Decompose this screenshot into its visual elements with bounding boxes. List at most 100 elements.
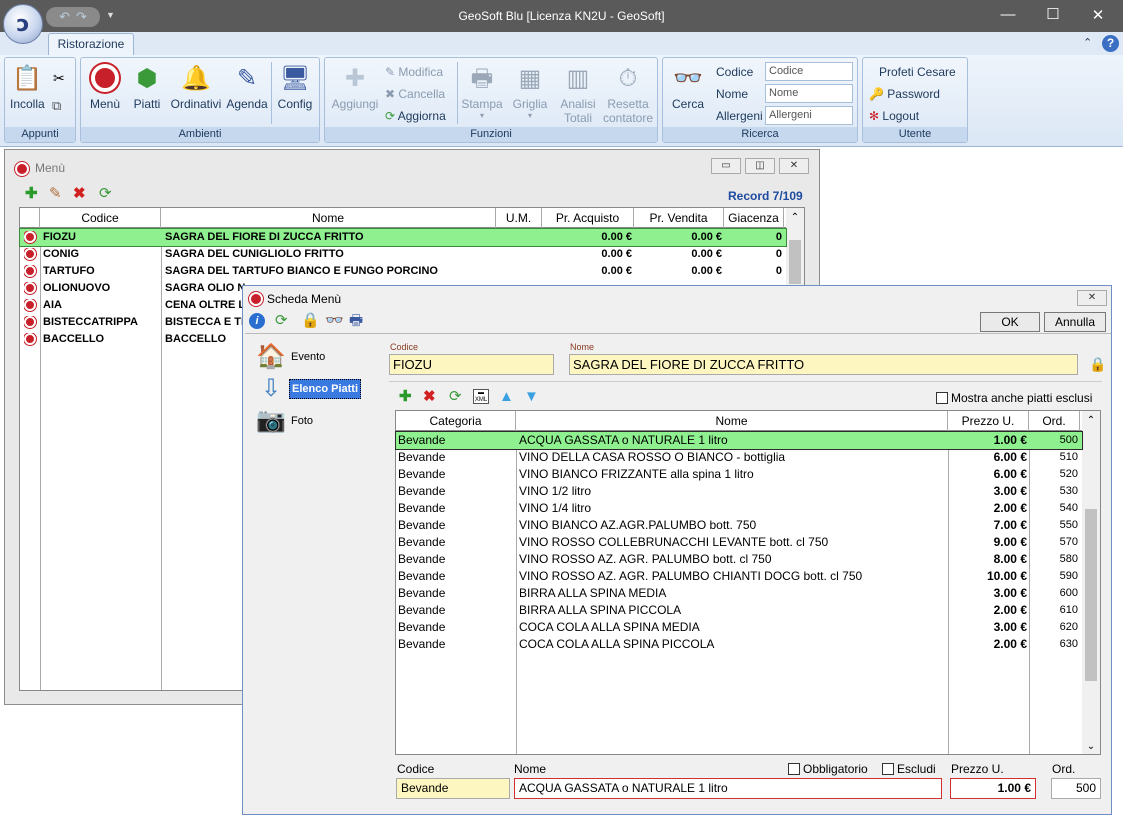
table-row[interactable]: Bevande VINO 1/2 litro 3.00 € 530 xyxy=(396,483,1082,500)
xml-export-icon[interactable]: ▬ XML xyxy=(473,389,489,404)
minimize-button[interactable]: — xyxy=(998,6,1018,26)
printer-icon[interactable]: 🖶 xyxy=(349,313,363,329)
table-row[interactable]: TARTUFO SAGRA DEL TARTUFO BIANCO E FUNGO … xyxy=(20,263,786,280)
edit-icon[interactable]: ✎ xyxy=(49,186,62,202)
table-row[interactable]: Bevande VINO ROSSO AZ. AGR. PALUMBO bott.… xyxy=(396,551,1082,568)
lock-icon[interactable]: 🔒 xyxy=(301,313,320,329)
aggiorna-button[interactable]: ⟳ Aggiorna xyxy=(385,109,446,123)
search-codice-input[interactable]: Codice xyxy=(765,62,853,81)
cerca-button[interactable]: 👓 Cerca xyxy=(667,64,709,111)
col-nome[interactable]: Nome xyxy=(161,208,496,228)
edit-ord-input[interactable]: 500 xyxy=(1051,778,1101,799)
table-row[interactable]: FIOZU SAGRA DEL FIORE DI ZUCCA FRITTO 0.00… xyxy=(19,228,787,247)
col-categoria[interactable]: Categoria xyxy=(396,411,516,431)
cancella-button[interactable]: ✖ Cancella xyxy=(385,87,445,101)
col-ord[interactable]: Ord. xyxy=(1029,411,1080,431)
piatti-button[interactable]: ⬢ Piatti xyxy=(129,64,165,111)
stampa-button[interactable]: 🖶 Stampa ▾ xyxy=(461,64,503,120)
annulla-button[interactable]: Annulla xyxy=(1044,312,1106,332)
maximize-button[interactable]: ☐ xyxy=(1043,5,1063,25)
scroll-up-icon[interactable]: ⌃ xyxy=(1082,411,1100,431)
col-um[interactable]: U.M. xyxy=(496,208,542,228)
delete-piatto-icon[interactable]: ✖ xyxy=(423,389,436,405)
mostra-esclusi-checkbox[interactable]: Mostra anche piatti esclusi xyxy=(936,391,1092,405)
table-row[interactable]: CONIG SAGRA DEL CUNIGLIOLO FRITTO 0.00 € 0.… xyxy=(20,246,786,263)
table-row[interactable]: Bevande COCA COLA ALLA SPINA PICCOLA 2.00 … xyxy=(396,636,1082,653)
scheda-close-button[interactable]: ✕ xyxy=(1077,290,1107,306)
analisi-totali-button[interactable]: ▥ Analisi Totali xyxy=(557,64,599,125)
binoculars-icon[interactable]: 👓 xyxy=(325,313,344,329)
table-row[interactable]: Bevande BIRRA ALLA SPINA PICCOLA 2.00 € 610 xyxy=(396,602,1082,619)
edit-codice-input[interactable]: Bevande xyxy=(396,778,510,799)
cut-icon[interactable]: ✂ xyxy=(53,70,65,87)
piatti-grid-scrollbar[interactable]: ⌃ ⌄ xyxy=(1082,411,1100,754)
scroll-thumb[interactable] xyxy=(1085,509,1097,681)
refresh-icon[interactable]: ⟳ xyxy=(275,313,288,329)
ok-button[interactable]: OK xyxy=(980,312,1040,332)
menu-restore-button[interactable]: ◫ xyxy=(745,158,775,174)
delete-icon[interactable]: ✖ xyxy=(73,186,86,202)
scroll-thumb[interactable] xyxy=(789,240,801,284)
undo-icon[interactable]: ↶ xyxy=(59,9,70,25)
cell-nome: VINO 1/2 litro xyxy=(519,484,592,498)
ordinativi-button[interactable]: 🔔 Ordinativi xyxy=(169,64,223,111)
nav-elenco-piatti[interactable]: ⇩ Elenco Piatti xyxy=(255,374,362,404)
quick-access-dropdown-icon[interactable]: ▼ xyxy=(106,10,115,20)
scroll-down-icon[interactable]: ⌄ xyxy=(1082,741,1100,752)
table-row[interactable]: Bevande VINO BIANCO FRIZZANTE alla spina … xyxy=(396,466,1082,483)
col-giacenza[interactable]: Giacenza xyxy=(724,208,784,228)
obbligatorio-checkbox[interactable]: Obbligatorio xyxy=(788,762,868,776)
info-icon[interactable]: i xyxy=(249,313,265,329)
col-nome[interactable]: Nome xyxy=(516,411,948,431)
menu-minimize-button[interactable]: ▭ xyxy=(711,158,741,174)
codice-field[interactable]: FIOZU xyxy=(389,354,554,375)
scroll-up-icon[interactable]: ⌃ xyxy=(786,208,804,228)
refresh-icon[interactable]: ⟳ xyxy=(99,186,112,202)
resetta-contatore-button[interactable]: ⏱ Resetta contatore xyxy=(601,64,655,125)
search-allergeni-input[interactable]: Allergeni xyxy=(765,106,853,125)
modifica-button[interactable]: ✎ Modifica xyxy=(385,65,443,79)
aggiungi-button[interactable]: ✚ Aggiungi xyxy=(329,64,381,111)
app-orb-button[interactable]: ɔ xyxy=(3,4,43,44)
collapse-ribbon-icon[interactable]: ⌃ xyxy=(1083,36,1092,49)
edit-nome-input[interactable]: ACQUA GASSATA o NATURALE 1 litro xyxy=(514,778,942,799)
table-row[interactable]: Bevande VINO BIANCO AZ.AGR.PALUMBO bott. … xyxy=(396,517,1082,534)
table-row[interactable]: Bevande VINO DELLA CASA ROSSO O BIANCO - … xyxy=(396,449,1082,466)
lock-icon[interactable]: 🔒 xyxy=(1089,356,1106,373)
cell-prezzo: 7.00 € xyxy=(993,518,1027,532)
nome-field[interactable]: SAGRA DEL FIORE DI ZUCCA FRITTO xyxy=(569,354,1078,375)
add-piatto-icon[interactable]: ✚ xyxy=(399,389,412,405)
table-row[interactable]: Bevande COCA COLA ALLA SPINA MEDIA 3.00 € 6… xyxy=(396,619,1082,636)
table-row[interactable]: Bevande ACQUA GASSATA o NATURALE 1 litro 1… xyxy=(395,431,1083,450)
move-up-icon[interactable]: ▲ xyxy=(499,389,514,405)
menu-close-button[interactable]: ✕ xyxy=(779,158,809,174)
search-nome-input[interactable]: Nome xyxy=(765,84,853,103)
nav-evento[interactable]: 🏠 Evento xyxy=(255,342,325,372)
config-button[interactable]: 🖥 Config xyxy=(275,64,315,111)
agenda-button[interactable]: ✎ Agenda xyxy=(225,64,269,111)
table-row[interactable]: Bevande VINO ROSSO COLLEBRUNACCHI LEVANTE… xyxy=(396,534,1082,551)
col-prezzo[interactable]: Prezzo U. xyxy=(948,411,1029,431)
add-icon[interactable]: ✚ xyxy=(25,186,38,202)
menu-button[interactable]: Menù xyxy=(87,64,123,111)
col-pr-vendita[interactable]: Pr. Vendita xyxy=(634,208,724,228)
logout-button[interactable]: ✻ Logout xyxy=(869,109,919,123)
table-row[interactable]: Bevande VINO ROSSO AZ. AGR. PALUMBO CHIAN… xyxy=(396,568,1082,585)
nav-foto[interactable]: 📷 Foto xyxy=(255,406,313,436)
griglia-button[interactable]: ▦ Griglia ▾ xyxy=(509,64,551,120)
password-button[interactable]: 🔑 Password xyxy=(869,87,940,101)
copy-icon[interactable]: ⧉ xyxy=(52,98,61,114)
close-button[interactable]: ✕ xyxy=(1088,6,1108,26)
move-down-icon[interactable]: ▼ xyxy=(524,389,539,405)
tab-ristorazione[interactable]: Ristorazione xyxy=(48,33,134,56)
help-icon[interactable]: ? xyxy=(1102,35,1119,52)
refresh-icon[interactable]: ⟳ xyxy=(449,389,462,405)
col-pr-acquisto[interactable]: Pr. Acquisto xyxy=(542,208,634,228)
incolla-button[interactable]: 📋 Incolla xyxy=(10,64,45,111)
table-row[interactable]: Bevande VINO 1/4 litro 2.00 € 540 xyxy=(396,500,1082,517)
col-codice[interactable]: Codice xyxy=(40,208,161,228)
escludi-checkbox[interactable]: Escludi xyxy=(882,762,936,776)
edit-prezzo-input[interactable]: 1.00 € xyxy=(950,778,1036,799)
redo-icon[interactable]: ↷ xyxy=(76,9,87,25)
table-row[interactable]: Bevande BIRRA ALLA SPINA MEDIA 3.00 € 600 xyxy=(396,585,1082,602)
